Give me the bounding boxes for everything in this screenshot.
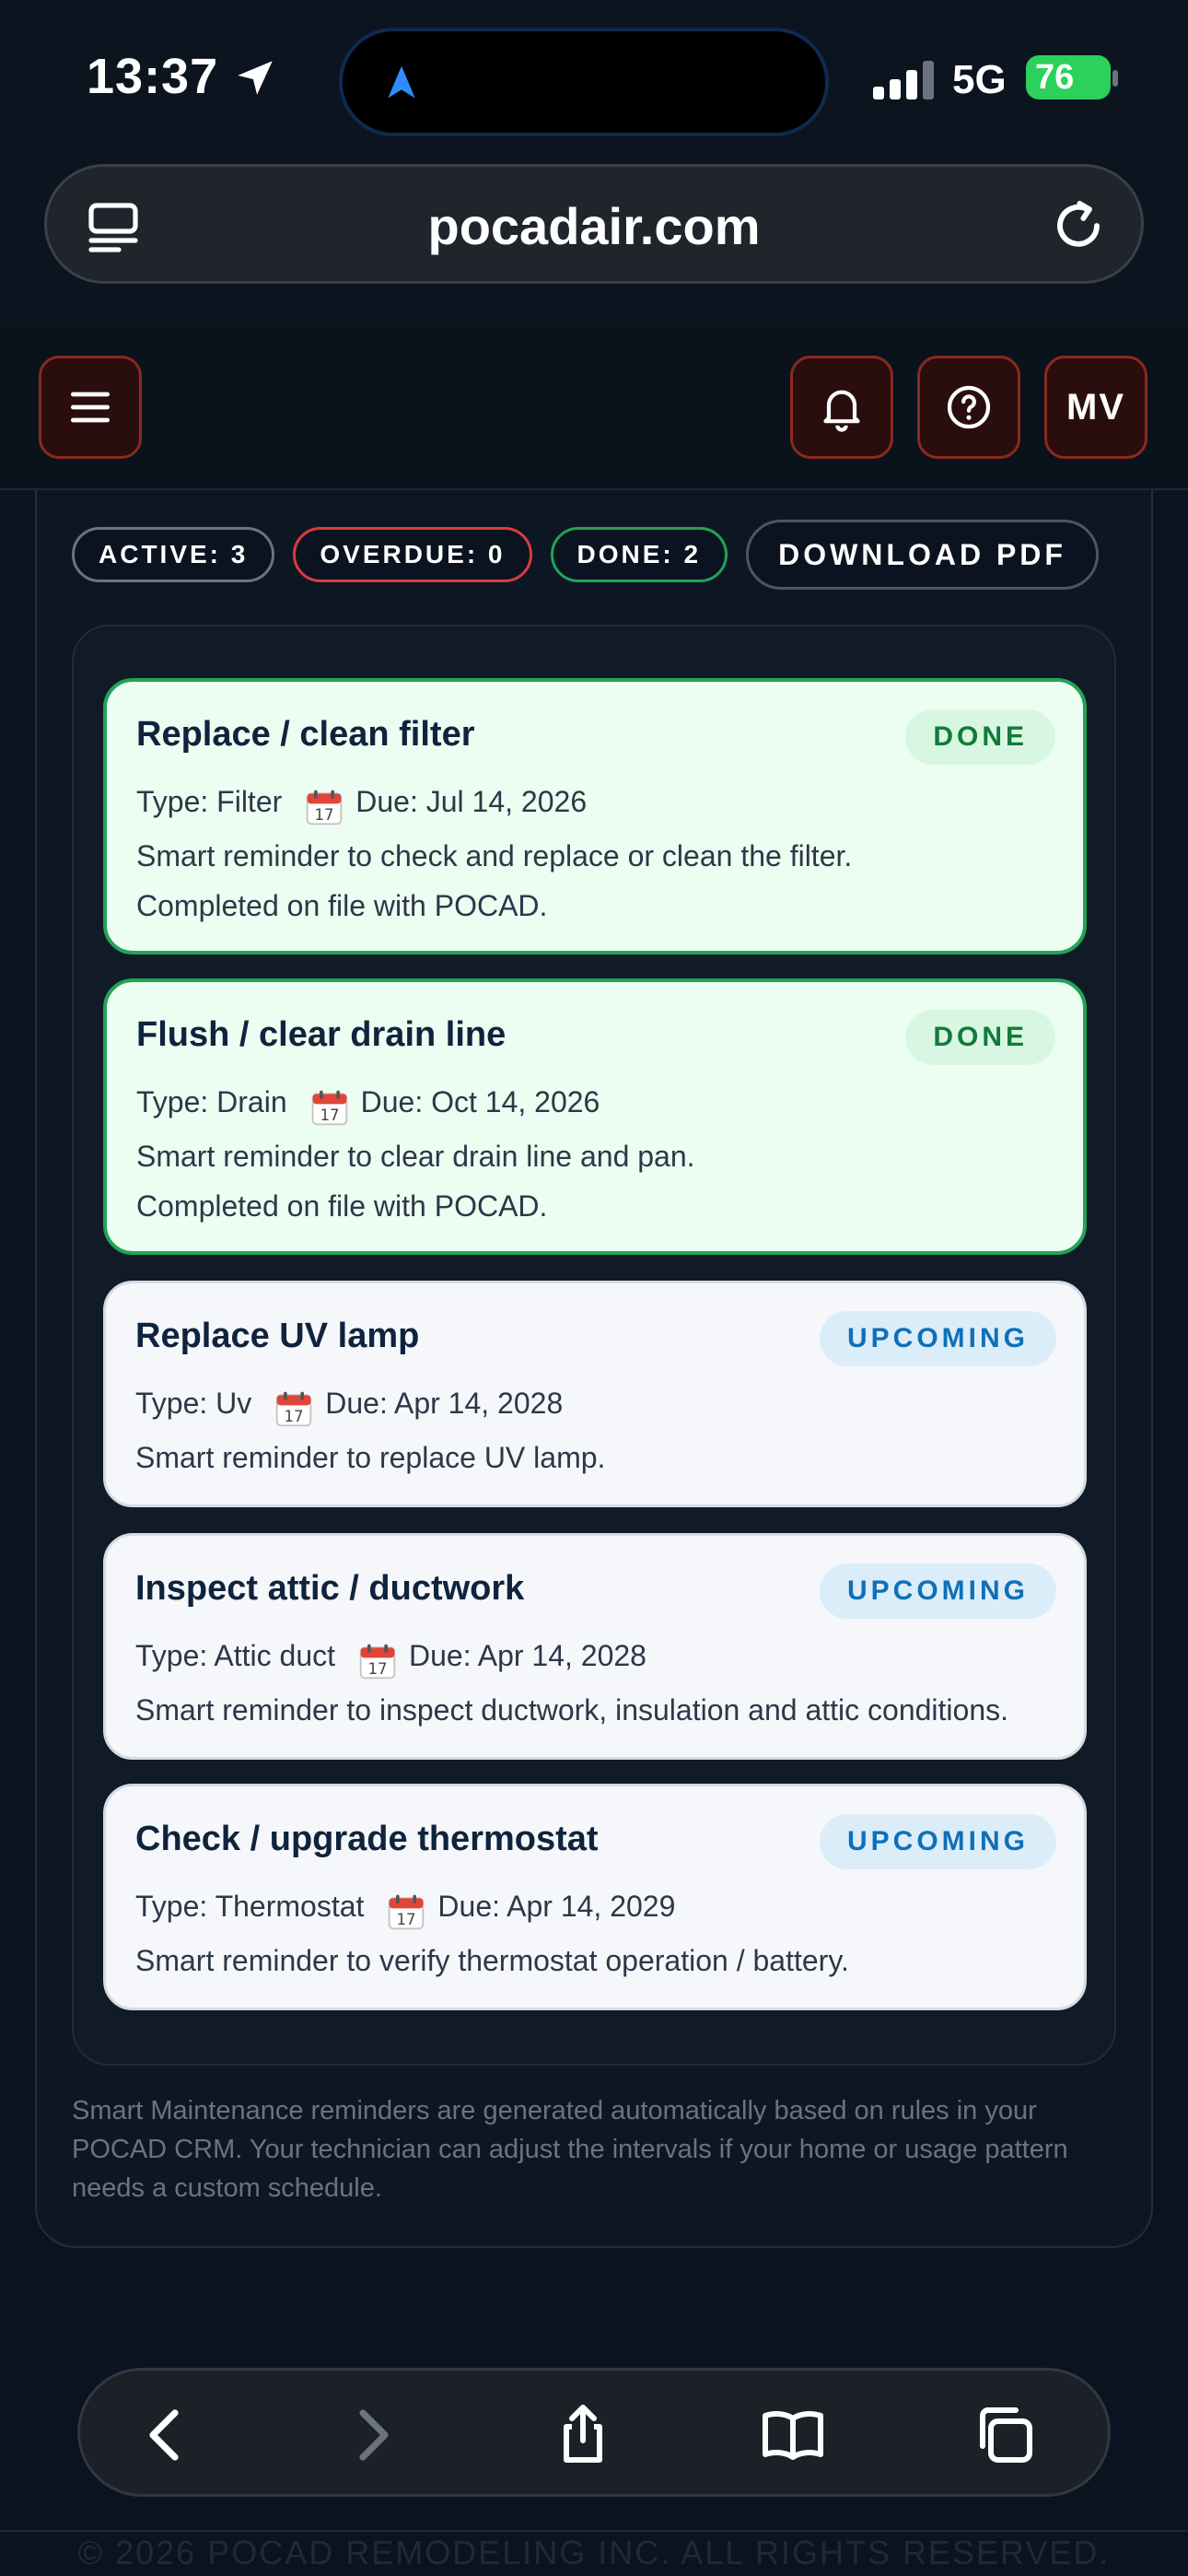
network-type: 5G — [952, 57, 1007, 102]
status-badge: UPCOMING — [820, 1311, 1056, 1366]
reminder-type: Type: Filter — [136, 784, 283, 818]
reminder-title: Flush / clear drain line — [136, 1015, 507, 1054]
active-count-chip: ACTIVE: 3 — [72, 527, 275, 582]
download-pdf-button[interactable]: DOWNLOAD PDF — [746, 520, 1099, 590]
reminder-note: Completed on file with POCAD. — [136, 889, 548, 922]
reminder-meta: Type: Drain 17 Due: Oct 14, 2026 — [136, 1082, 600, 1126]
browser-chrome: pocadair.com — [0, 157, 1188, 328]
app-header: MV — [0, 328, 1188, 490]
calendar-icon: 17 — [359, 1644, 396, 1680]
help-icon — [947, 385, 991, 429]
overdue-count-chip: OVERDUE: 0 — [293, 527, 532, 582]
navigation-arrow-icon — [388, 65, 415, 99]
reminder-description: Smart reminder to clear drain line and p… — [136, 1140, 695, 1173]
reminder-card[interactable]: Check / upgrade thermostat UPCOMING Type… — [103, 1784, 1087, 2010]
svg-text:17: 17 — [320, 1107, 339, 1124]
reload-icon[interactable] — [1049, 196, 1108, 255]
battery-cap — [1112, 70, 1118, 87]
account-button[interactable]: MV — [1044, 356, 1147, 459]
reminder-due: Due: Apr 14, 2028 — [409, 1638, 646, 1672]
svg-text:17: 17 — [285, 1408, 304, 1425]
reminder-list: Replace / clean filter DONE Type: Filter… — [72, 625, 1116, 2066]
reminder-type: Type: Drain — [136, 1084, 287, 1118]
location-arrow-icon — [238, 61, 273, 95]
reminder-description: Smart reminder to verify thermostat oper… — [135, 1944, 849, 1977]
reminder-description: Smart reminder to inspect ductwork, insu… — [135, 1693, 1009, 1727]
reminders-footnote: Smart Maintenance reminders are generate… — [72, 2096, 1068, 2203]
help-button[interactable] — [917, 356, 1020, 459]
reminder-due: Due: Oct 14, 2026 — [360, 1084, 600, 1118]
svg-text:17: 17 — [315, 806, 334, 824]
status-bar: 13:37 5G 76 — [0, 0, 1188, 157]
clock: 13:37 — [87, 49, 219, 104]
forward-icon[interactable] — [338, 2402, 404, 2468]
browser-toolbar — [77, 2368, 1111, 2497]
reminder-description: Smart reminder to check and replace or c… — [136, 839, 853, 872]
battery-indicator: 76 — [1026, 55, 1111, 100]
svg-text:17: 17 — [397, 1911, 416, 1928]
summary-chips: ACTIVE: 3 OVERDUE: 0 DONE: 2 DOWNLOAD PD… — [72, 520, 1099, 597]
reminder-card[interactable]: Replace / clean filter DONE Type: Filter… — [103, 678, 1087, 954]
reminder-type: Type: Attic duct — [135, 1638, 335, 1672]
status-badge: UPCOMING — [820, 1814, 1056, 1869]
hamburger-icon — [71, 392, 110, 423]
reminder-due: Due: Apr 14, 2029 — [437, 1889, 676, 1923]
reminder-title: Replace / clean filter — [136, 715, 475, 754]
reminder-meta: Type: Attic duct 17 Due: Apr 14, 2028 — [135, 1635, 646, 1680]
reminder-meta: Type: Uv 17 Due: Apr 14, 2028 — [135, 1383, 564, 1427]
dynamic-island — [339, 28, 829, 136]
reminder-card[interactable]: Inspect attic / ductwork UPCOMING Type: … — [103, 1533, 1087, 1760]
reminder-title: Check / upgrade thermostat — [135, 1820, 599, 1858]
tabs-overview-icon[interactable] — [972, 2402, 1038, 2468]
status-badge: DONE — [905, 709, 1055, 765]
reminder-meta: Type: Filter 17 Due: Jul 14, 2026 — [136, 781, 588, 825]
bookmarks-icon[interactable] — [760, 2402, 826, 2468]
status-badge: UPCOMING — [820, 1563, 1056, 1619]
calendar-icon: 17 — [389, 1894, 425, 1930]
cellular-signal-icon — [873, 61, 934, 100]
calendar-icon: 17 — [311, 1090, 347, 1126]
back-icon[interactable] — [134, 2402, 200, 2468]
reminder-type: Type: Thermostat — [135, 1889, 365, 1923]
reminder-note: Completed on file with POCAD. — [136, 1189, 548, 1223]
copyright-footer: © 2026 POCAD REMODELING INC. ALL RIGHTS … — [0, 2530, 1188, 2576]
reminder-due: Due: Jul 14, 2026 — [355, 784, 588, 818]
address-bar[interactable]: pocadair.com — [44, 164, 1144, 284]
reminder-title: Replace UV lamp — [135, 1317, 420, 1355]
reminder-title: Inspect attic / ductwork — [135, 1569, 525, 1608]
url-text[interactable]: pocadair.com — [47, 196, 1141, 256]
status-badge: DONE — [905, 1010, 1055, 1065]
share-icon[interactable] — [550, 2402, 616, 2468]
reminder-due: Due: Apr 14, 2028 — [325, 1386, 564, 1420]
reminder-description: Smart reminder to replace UV lamp. — [135, 1441, 606, 1474]
svg-text:17: 17 — [368, 1660, 388, 1678]
bell-icon — [823, 390, 860, 432]
menu-button[interactable] — [39, 356, 142, 459]
reminder-card[interactable]: Flush / clear drain line DONE Type: Drai… — [103, 978, 1087, 1255]
notifications-button[interactable] — [790, 356, 893, 459]
avatar-initials: MV — [1066, 386, 1125, 427]
reminder-meta: Type: Thermostat 17 Due: Apr 14, 2029 — [135, 1886, 676, 1930]
reminder-card[interactable]: Replace UV lamp UPCOMING Type: Uv 17 Due… — [103, 1281, 1087, 1507]
calendar-icon: 17 — [276, 1391, 312, 1427]
reminder-type: Type: Uv — [135, 1386, 252, 1420]
done-count-chip: DONE: 2 — [550, 527, 728, 582]
calendar-icon: 17 — [307, 790, 343, 825]
